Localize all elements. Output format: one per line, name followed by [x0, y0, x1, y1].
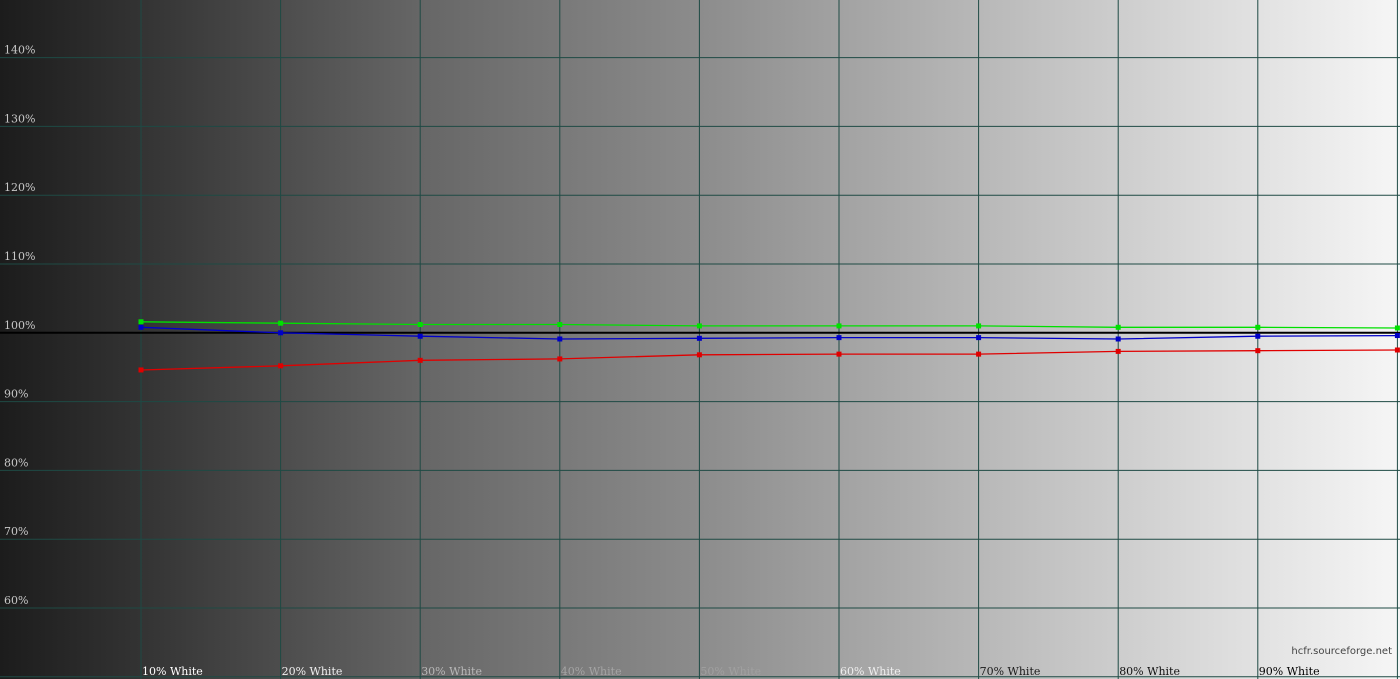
x-tick-label: 60% White: [840, 665, 901, 678]
y-tick-label: 130%: [4, 112, 35, 125]
data-point-2-3: [557, 356, 563, 362]
data-point-2-8: [1255, 348, 1261, 354]
y-tick-label: 60%: [4, 594, 28, 607]
y-tick-label: 120%: [4, 181, 35, 194]
data-point-0-5: [836, 323, 842, 329]
x-tick-label: 80% White: [1119, 665, 1180, 678]
data-point-2-1: [278, 363, 284, 369]
data-point-1-1: [278, 330, 284, 336]
data-point-1-3: [557, 336, 563, 342]
data-point-0-9: [1394, 325, 1400, 331]
y-tick-label: 70%: [4, 525, 28, 538]
watermark-text: hcfr.sourceforge.net: [1291, 646, 1392, 657]
data-point-0-1: [278, 320, 284, 326]
data-point-0-7: [1115, 324, 1121, 330]
data-point-1-7: [1115, 336, 1121, 342]
data-point-1-5: [836, 335, 842, 341]
data-point-0-6: [976, 323, 982, 329]
x-tick-label: 10% White: [142, 665, 203, 678]
rgb-levels-chart: 60% 70% 80% 90% 100% 110% 120% 130% 140% 10% Whi…: [0, 0, 1400, 679]
data-point-2-0: [138, 367, 144, 373]
data-point-1-2: [417, 333, 423, 339]
data-point-2-2: [417, 357, 423, 363]
x-tick-label: 40% White: [561, 665, 622, 678]
y-tick-label: 80%: [4, 456, 28, 469]
data-point-0-8: [1255, 324, 1261, 330]
x-tick-labels: 10% White 20% White 30% White 40% White 50% …: [142, 665, 1320, 678]
data-point-1-4: [696, 335, 702, 341]
y-tick-label: 100%: [4, 319, 35, 332]
data-point-2-7: [1115, 348, 1121, 354]
data-point-2-5: [836, 351, 842, 357]
y-tick-label: 90%: [4, 388, 28, 401]
data-point-0-4: [696, 323, 702, 329]
data-point-1-9: [1394, 333, 1400, 339]
data-point-2-4: [696, 352, 702, 358]
x-tick-label: 20% White: [282, 665, 343, 678]
y-tick-label: 110%: [4, 250, 35, 263]
chart-container: 60% 70% 80% 90% 100% 110% 120% 130% 140% 10% Whi…: [0, 0, 1400, 679]
data-point-1-0: [138, 324, 144, 330]
data-point-2-9: [1394, 347, 1400, 353]
x-tick-label: 30% White: [421, 665, 482, 678]
data-point-1-8: [1255, 333, 1261, 339]
data-point-0-3: [557, 322, 563, 328]
y-tick-label: 140%: [4, 44, 35, 57]
x-tick-label: 50% White: [700, 665, 761, 678]
x-tick-label: 70% White: [980, 665, 1041, 678]
data-point-0-2: [417, 322, 423, 328]
x-tick-label: 90% White: [1259, 665, 1320, 678]
data-point-0-0: [138, 319, 144, 325]
data-point-2-6: [976, 351, 982, 357]
data-point-1-6: [976, 335, 982, 341]
